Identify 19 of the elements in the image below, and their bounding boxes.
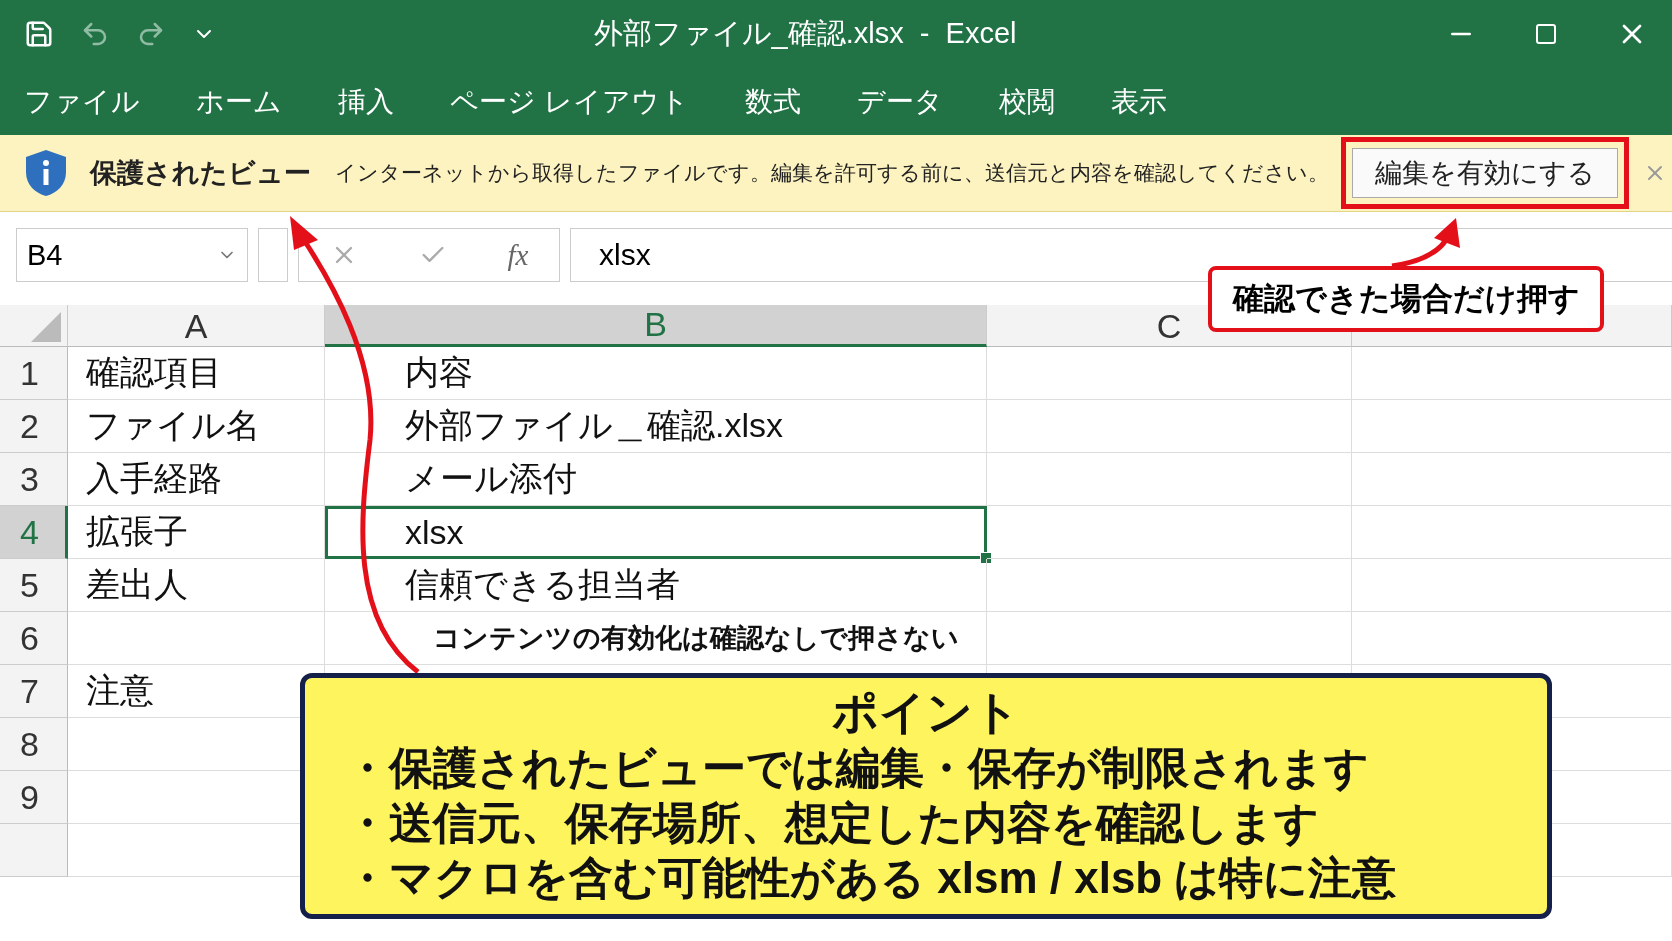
- table-cell: メール添付: [325, 453, 987, 506]
- point-bullet: ・マクロを含む可能性がある xlsm / xlsb は特に注意: [344, 852, 1397, 904]
- table-cell: 入手経路: [68, 453, 325, 506]
- table-cell: 拡張子: [68, 506, 325, 559]
- protected-view-message: インターネットから取得したファイルです。編集を許可する前に、送信元と内容を確認してください。: [335, 160, 1329, 186]
- point-title: ポイント: [832, 685, 1020, 740]
- window-title: 外部ファイル_確認.xlsx - Excel: [592, 16, 1018, 51]
- table-cell: ファイル名: [68, 400, 325, 453]
- point-bullet: ・保護されたビューでは編集・保存が制限されます: [344, 742, 1369, 794]
- protected-view-title: 保護されたビュー: [90, 157, 311, 190]
- table-cell: 確認項目: [68, 347, 325, 400]
- table-cell: 信頼できる担当者: [325, 559, 987, 612]
- table-cell: 外部ファイル＿確認.xlsx: [325, 400, 987, 453]
- table-cell: xlsx: [325, 506, 987, 559]
- point-bullet: ・送信元、保存場所、想定した内容を確認します: [344, 797, 1319, 849]
- callout-tooltip: 確認できた場合だけ押す: [1208, 266, 1604, 332]
- table-cell: コンテンツの有効化は確認なしで押さない: [325, 612, 987, 665]
- table-cell: 差出人: [68, 559, 325, 612]
- table-cell: 内容: [325, 347, 987, 400]
